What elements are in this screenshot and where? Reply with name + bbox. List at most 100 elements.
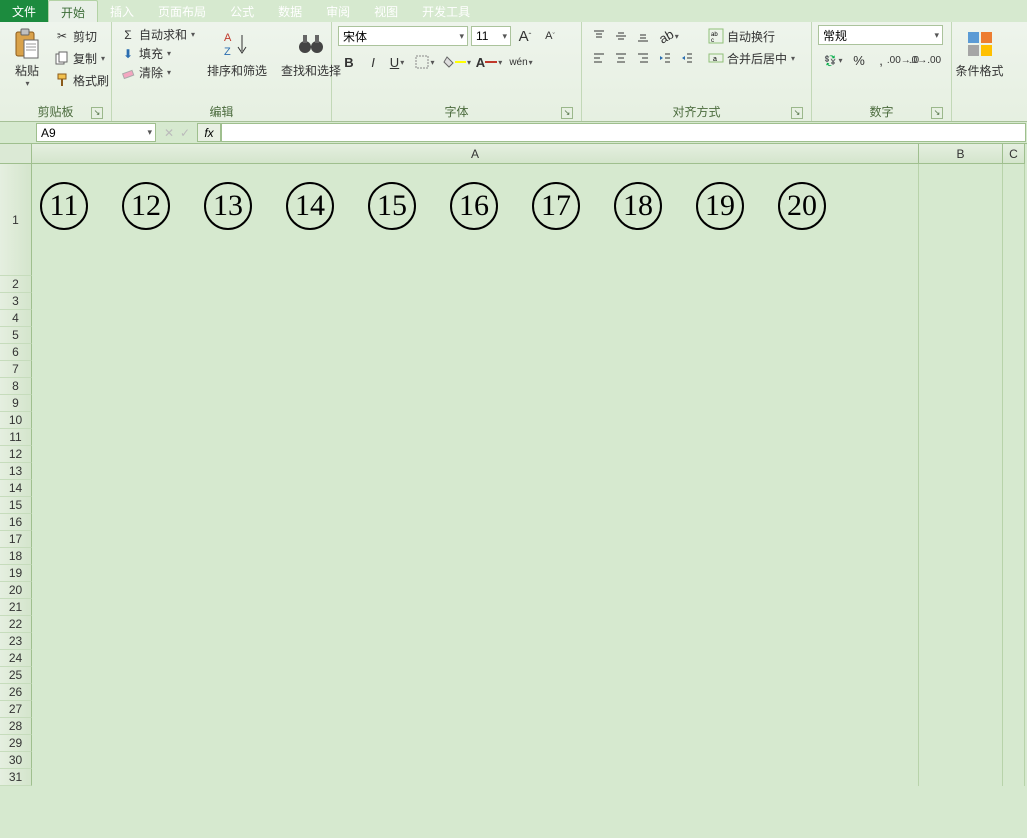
cell[interactable] [1003,429,1025,446]
accounting-format-button[interactable]: 💱▾ [818,49,848,71]
dialog-launcher-icon[interactable]: ↘ [931,107,943,119]
row-header[interactable]: 30 [0,752,32,769]
cell[interactable] [32,616,919,633]
bold-button[interactable]: B [338,51,360,73]
cell[interactable] [1003,395,1025,412]
tab-home[interactable]: 开始 [48,0,98,22]
cell[interactable] [1003,752,1025,769]
row-header[interactable]: 11 [0,429,32,446]
font-name-select[interactable]: 宋体 [338,26,468,46]
row-header[interactable]: 24 [0,650,32,667]
cell[interactable] [32,480,919,497]
cell[interactable] [919,701,1003,718]
cell[interactable] [919,412,1003,429]
row-header[interactable]: 25 [0,667,32,684]
cell[interactable] [32,565,919,582]
cell[interactable] [919,327,1003,344]
row-header[interactable]: 12 [0,446,32,463]
align-right-button[interactable] [632,47,654,69]
cell[interactable] [919,769,1003,786]
cell[interactable] [1003,718,1025,735]
cell[interactable] [919,599,1003,616]
cell[interactable] [1003,667,1025,684]
cell[interactable] [1003,497,1025,514]
cell[interactable] [919,718,1003,735]
cell[interactable] [919,565,1003,582]
row-header[interactable]: 16 [0,514,32,531]
cell[interactable] [919,531,1003,548]
cell[interactable] [1003,412,1025,429]
cell[interactable] [919,514,1003,531]
cell[interactable] [32,378,919,395]
cell[interactable] [32,599,919,616]
cell[interactable] [919,276,1003,293]
row-header[interactable]: 13 [0,463,32,480]
cell[interactable] [919,395,1003,412]
cell[interactable] [919,548,1003,565]
font-size-select[interactable]: 11 [471,26,511,46]
cell[interactable] [32,310,919,327]
cell[interactable] [32,463,919,480]
cell[interactable] [1003,616,1025,633]
cell[interactable] [1003,548,1025,565]
cell[interactable] [32,684,919,701]
decrease-decimal-button[interactable]: .0→.00 [914,49,936,71]
cell[interactable] [32,667,919,684]
cell[interactable] [919,752,1003,769]
row-header[interactable]: 5 [0,327,32,344]
cell[interactable] [919,582,1003,599]
tab-formulas[interactable]: 公式 [218,0,266,22]
cell[interactable] [919,378,1003,395]
tab-view[interactable]: 视图 [362,0,410,22]
row-header[interactable]: 31 [0,769,32,786]
cells-area[interactable]: 11121314151617181920 [32,164,1025,838]
tab-developer[interactable]: 开发工具 [410,0,482,22]
fill-button[interactable]: ⬇填充▾ [118,44,198,63]
cell[interactable] [919,310,1003,327]
cell[interactable] [32,582,919,599]
cell[interactable] [919,650,1003,667]
dialog-launcher-icon[interactable]: ↘ [91,107,103,119]
percent-button[interactable]: % [848,49,870,71]
cell[interactable] [919,344,1003,361]
align-middle-button[interactable] [610,25,632,47]
tab-data[interactable]: 数据 [266,0,314,22]
underline-button[interactable]: U▾ [386,51,408,73]
cell[interactable] [32,361,919,378]
cell[interactable] [1003,701,1025,718]
dialog-launcher-icon[interactable]: ↘ [791,107,803,119]
tab-insert[interactable]: 插入 [98,0,146,22]
phonetic-button[interactable]: wén▾ [506,51,536,73]
column-header[interactable]: C [1003,144,1025,164]
row-header[interactable]: 15 [0,497,32,514]
name-box[interactable]: A9 [36,123,156,142]
formula-input[interactable] [221,123,1026,142]
orientation-button[interactable]: ab▾ [654,25,684,47]
tab-file[interactable]: 文件 [0,0,48,22]
cell[interactable] [32,633,919,650]
number-format-select[interactable]: 常规 [818,25,943,45]
cell[interactable] [1003,582,1025,599]
cell[interactable] [1003,463,1025,480]
cell[interactable] [1003,684,1025,701]
cut-button[interactable]: ✂剪切 [52,27,111,46]
row-header[interactable]: 19 [0,565,32,582]
cell[interactable] [1003,327,1025,344]
cell[interactable] [919,616,1003,633]
row-header[interactable]: 17 [0,531,32,548]
paste-button[interactable]: 粘贴 ▾ [6,25,48,91]
align-left-button[interactable] [588,47,610,69]
shrink-font-button[interactable]: Aˇ [539,25,561,47]
row-header[interactable]: 23 [0,633,32,650]
cell[interactable] [1003,310,1025,327]
fill-color-button[interactable]: ▾ [442,51,472,73]
row-header[interactable]: 14 [0,480,32,497]
cell[interactable] [32,650,919,667]
row-header[interactable]: 6 [0,344,32,361]
row-header[interactable]: 27 [0,701,32,718]
cell[interactable] [1003,378,1025,395]
row-header[interactable]: 9 [0,395,32,412]
merge-center-button[interactable]: a合并后居中▾ [706,49,797,68]
cell[interactable] [919,164,1003,276]
cell[interactable] [32,276,919,293]
